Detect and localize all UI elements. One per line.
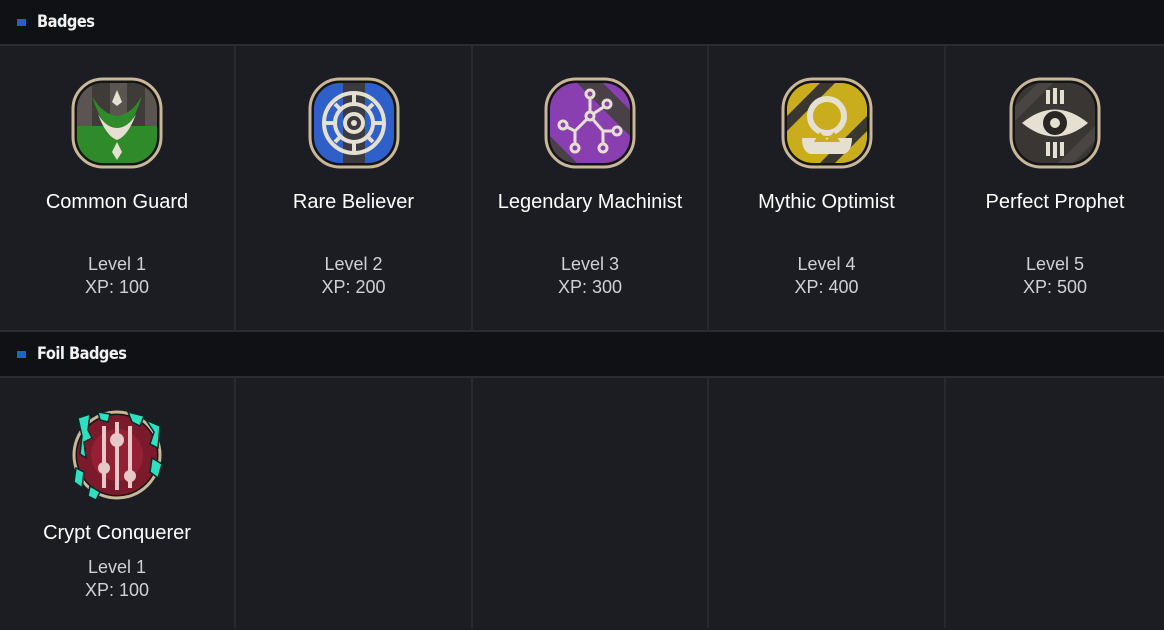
badge-level: Level 3: [560, 254, 620, 274]
badge-meta: Level 2 XP: 200: [236, 253, 471, 299]
badge-name: Crypt Conquerer: [43, 522, 191, 544]
sun-emblem-icon: [780, 76, 874, 170]
badge-level: Level 1: [87, 557, 147, 577]
badge-meta: Level 3 XP: 300: [473, 253, 707, 299]
badge-xp: XP: 100: [84, 277, 150, 297]
foil-badge-card[interactable]: Crypt Conquerer Level 1 XP: 100: [0, 378, 236, 628]
badge-name: Legendary Machinist: [497, 191, 683, 213]
badge-name: Common Guard: [45, 191, 189, 213]
circuit-icon: [543, 76, 637, 170]
badge-xp: XP: 100: [84, 580, 150, 600]
badge-level: Level 4: [797, 254, 856, 274]
crypt-sliders-icon: [70, 408, 164, 502]
badge-level: Level 5: [1025, 254, 1085, 274]
badges-section-header: Badges: [0, 0, 1164, 46]
guard-icon: [70, 76, 164, 170]
badge-meta: Level 1 XP: 100: [0, 556, 234, 602]
badge-level: Level 2: [324, 254, 383, 274]
section-title: Foil Badges: [37, 344, 127, 364]
badge-xp: XP: 400: [794, 277, 859, 297]
badge-name: Perfect Prophet: [985, 191, 1125, 213]
section-bullet-icon: [17, 18, 26, 26]
badge-level: Level 1: [87, 254, 147, 274]
rune-circle-icon: [307, 76, 401, 170]
badge-xp: XP: 200: [321, 277, 386, 297]
foil-badges-section-header: Foil Badges: [0, 332, 1164, 378]
badge-card[interactable]: Legendary Machinist Level 3 XP: 300: [473, 46, 709, 332]
badge-name: Rare Believer: [292, 191, 415, 213]
section-bullet-icon: [17, 350, 26, 358]
badges-grid: Common Guard Level 1 XP: 100 Rare Believ…: [0, 46, 1164, 332]
empty-badge-slot: [946, 378, 1164, 628]
section-title: Badges: [37, 12, 95, 32]
badge-meta: Level 1 XP: 100: [0, 253, 234, 299]
badge-card[interactable]: Mythic Optimist Level 4 XP: 400: [709, 46, 946, 332]
eye-icon: [1008, 76, 1102, 170]
badge-name: Mythic Optimist: [758, 191, 895, 213]
badge-card[interactable]: Rare Believer Level 2 XP: 200: [236, 46, 473, 332]
badge-card[interactable]: Perfect Prophet Level 5 XP: 500: [946, 46, 1164, 332]
badge-card[interactable]: Common Guard Level 1 XP: 100: [0, 46, 236, 332]
foil-badges-grid: Crypt Conquerer Level 1 XP: 100: [0, 378, 1164, 628]
badge-xp: XP: 300: [557, 277, 623, 297]
badge-meta: Level 4 XP: 400: [709, 253, 944, 299]
badge-xp: XP: 500: [1022, 277, 1088, 297]
empty-badge-slot: [473, 378, 709, 628]
empty-badge-slot: [236, 378, 473, 628]
empty-badge-slot: [709, 378, 946, 628]
badge-meta: Level 5 XP: 500: [946, 253, 1164, 299]
